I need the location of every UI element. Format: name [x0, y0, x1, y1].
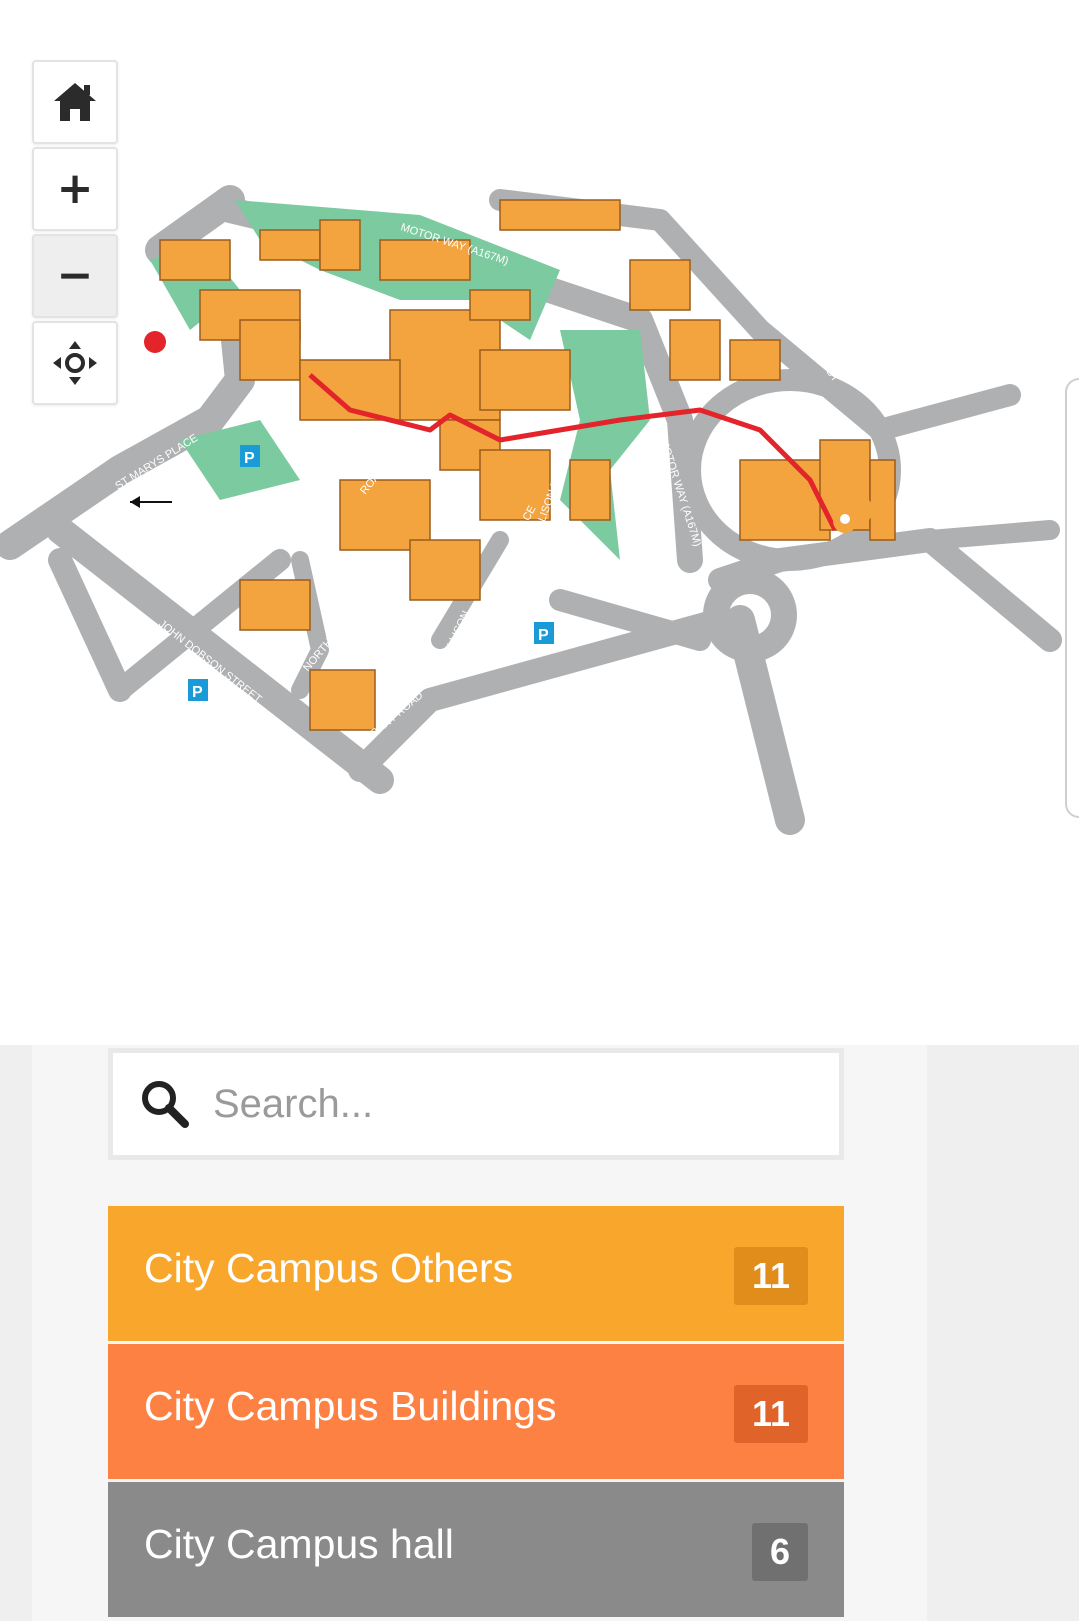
svg-text:COLLEGE STREET: COLLEGE STREET: [316, 561, 397, 636]
category-city-campus-others[interactable]: City Campus Others 11: [108, 1206, 844, 1341]
pan-button[interactable]: [32, 321, 118, 405]
svg-text:P: P: [538, 627, 549, 644]
home-icon: [54, 83, 96, 121]
category-label: City Campus Buildings: [144, 1383, 557, 1429]
plus-icon: +: [56, 163, 94, 214]
minus-icon: −: [56, 250, 94, 301]
category-label: City Campus Others: [144, 1245, 514, 1291]
zoom-out-button[interactable]: −: [32, 234, 118, 318]
campus-map-graphic[interactable]: P P P MOTOR WAY (A167M) SANDYFORD ROAD S…: [0, 0, 1079, 1045]
pan-arrows-icon: [53, 341, 97, 385]
category-label: City Campus hall: [144, 1521, 454, 1567]
svg-text:P: P: [244, 450, 255, 467]
category-city-campus-hall[interactable]: City Campus hall 6: [108, 1482, 844, 1617]
side-drawer-handle[interactable]: [1065, 378, 1079, 818]
search-icon: [142, 1081, 189, 1128]
zoom-in-button[interactable]: +: [32, 147, 118, 231]
campus-map[interactable]: P P P MOTOR WAY (A167M) SANDYFORD ROAD S…: [0, 0, 1079, 1045]
svg-text:P: P: [192, 684, 203, 701]
search-input[interactable]: [213, 1081, 773, 1127]
category-count-badge: 11: [733, 1384, 808, 1443]
category-count-badge: 6: [751, 1522, 808, 1581]
search-bar[interactable]: [108, 1048, 844, 1160]
category-count-badge: 11: [733, 1246, 808, 1305]
svg-text:FALCONA: FALCONA: [897, 471, 933, 522]
category-city-campus-buildings[interactable]: City Campus Buildings 11: [108, 1344, 844, 1479]
svg-text:NEW BRIDGE: NEW BRIDGE: [827, 560, 897, 598]
home-button[interactable]: [32, 60, 118, 144]
